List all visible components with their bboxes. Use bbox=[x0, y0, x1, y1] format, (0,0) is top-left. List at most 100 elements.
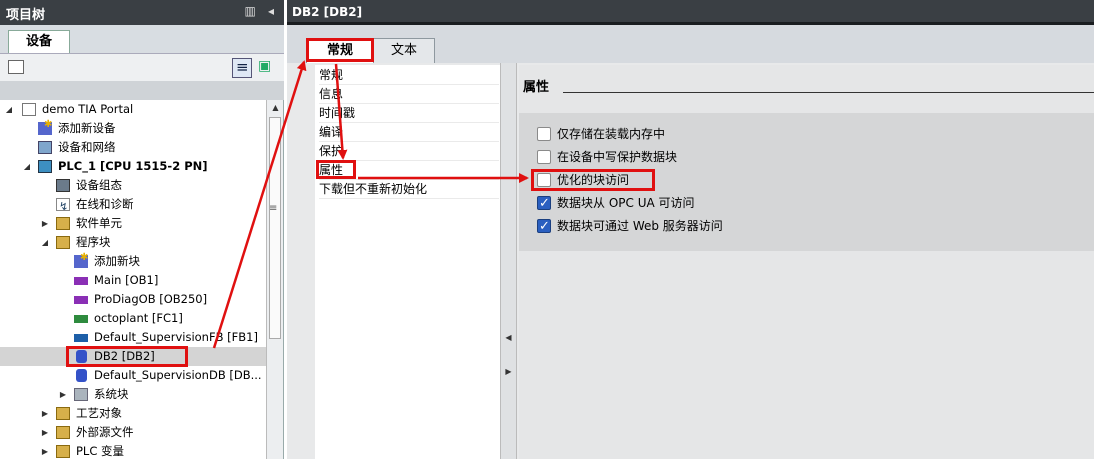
tree-item-plc[interactable]: ◢ PLC_1 [CPU 1515-2 PN] bbox=[0, 157, 266, 176]
checkbox-checked[interactable] bbox=[537, 217, 551, 237]
system-folder-icon bbox=[74, 388, 88, 401]
folder-icon bbox=[56, 217, 70, 230]
list-view-icon[interactable] bbox=[232, 58, 252, 78]
tree-item-fb1[interactable]: Default_SupervisionFB [FB1] bbox=[0, 328, 266, 347]
tree-item-label: Default_SupervisionFB [FB1] bbox=[94, 330, 258, 344]
network-icon bbox=[38, 141, 52, 154]
project-icon bbox=[22, 103, 36, 116]
tree-item-devices-networks[interactable]: 设备和网络 bbox=[0, 138, 266, 157]
nav-item-general[interactable]: 常规 bbox=[319, 66, 499, 85]
tree-item-label: 软件单元 bbox=[76, 216, 122, 230]
tree-item-label: 工艺对象 bbox=[76, 406, 122, 420]
ob-block-icon bbox=[74, 296, 88, 304]
attributes-panel: 属性 仅存储在装载内存中 在设备中写保护数据块 优化的块访问 数据块从 OPC bbox=[519, 65, 1094, 459]
highlight-attributes-nav bbox=[316, 160, 356, 179]
tree-item-label: demo TIA Portal bbox=[42, 102, 134, 116]
tree-item-technology-objects[interactable]: ▶ 工艺对象 bbox=[0, 404, 266, 423]
tree-item-default-supervision-db[interactable]: Default_SupervisionDB [DB... bbox=[0, 366, 266, 385]
fc-block-icon bbox=[74, 315, 88, 323]
plc-icon bbox=[38, 160, 52, 173]
nav-item-protection[interactable]: 保护 bbox=[319, 142, 499, 161]
tree-item-label: PLC_1 [CPU 1515-2 PN] bbox=[58, 159, 208, 173]
tree-item-ob1[interactable]: Main [OB1] bbox=[0, 271, 266, 290]
option-label: 仅存储在装载内存中 bbox=[557, 127, 666, 141]
tree-item-system-blocks[interactable]: ▶ 系统块 bbox=[0, 385, 266, 404]
scroll-up-icon[interactable]: ▲ bbox=[267, 100, 284, 116]
expand-arrow-icon[interactable]: ▶ bbox=[58, 385, 68, 404]
expand-arrow-icon[interactable]: ▶ bbox=[40, 442, 50, 459]
collapse-arrow-icon[interactable]: ◢ bbox=[40, 233, 50, 252]
tree-properties-icon[interactable] bbox=[8, 60, 24, 74]
tree-item-label: 系统块 bbox=[94, 387, 129, 401]
tree-item-label: 外部源文件 bbox=[76, 425, 134, 439]
checkbox-checked[interactable] bbox=[537, 194, 551, 214]
device-config-icon bbox=[56, 179, 70, 192]
tree-item-add-device[interactable]: 添加新设备 bbox=[0, 115, 266, 138]
editor-pane: DB2 [DB2] 常规 文本 常规 信息 时间戳 编译 保护 属性 下载但不重… bbox=[287, 0, 1094, 459]
tab-devices[interactable]: 设备 bbox=[8, 30, 70, 53]
tree-item-label: Default_SupervisionDB [DB... bbox=[94, 368, 262, 382]
heading-divider bbox=[563, 92, 1094, 93]
tree-item-external-sources[interactable]: ▶ 外部源文件 bbox=[0, 423, 266, 442]
tree-item-plc-tags[interactable]: ▶ PLC 变量 bbox=[0, 442, 266, 459]
tree-tabstrip: 设备 bbox=[0, 25, 284, 53]
tree-item-device-config[interactable]: 设备组态 bbox=[0, 176, 266, 195]
project-tree-list: ◢ demo TIA Portal 添加新设备 设备和网络 ◢ PLC_1 [C… bbox=[0, 100, 266, 459]
tree-item-label: 设备组态 bbox=[76, 178, 122, 192]
expand-right-icon[interactable]: ▶ bbox=[501, 367, 516, 376]
editor-tabstrip: 常规 文本 bbox=[287, 25, 1094, 63]
highlight-general-tab bbox=[306, 38, 374, 62]
tree-toolbar bbox=[0, 53, 284, 81]
tree-item-fc1[interactable]: octoplant [FC1] bbox=[0, 309, 266, 328]
highlight-db2 bbox=[66, 346, 188, 367]
highlight-optimized-access bbox=[531, 169, 655, 191]
collapse-arrow-icon[interactable]: ◢ bbox=[4, 100, 14, 119]
expand-arrow-icon[interactable]: ▶ bbox=[40, 404, 50, 423]
collapse-left-icon[interactable]: ◀ bbox=[501, 333, 516, 342]
ob-block-icon bbox=[74, 277, 88, 285]
collapse-arrow-icon[interactable]: ◢ bbox=[22, 157, 32, 176]
folder-icon bbox=[56, 445, 70, 458]
scroll-grip-icon: ≡ bbox=[269, 203, 278, 214]
add-device-icon bbox=[38, 115, 52, 135]
pane-pin-collapse-icons[interactable]: ▥ ◂ bbox=[244, 4, 278, 18]
overview-icon[interactable] bbox=[256, 58, 276, 78]
add-block-icon bbox=[74, 248, 88, 268]
property-nav: 常规 信息 时间戳 编译 保护 属性 下载但不重新初始化 bbox=[315, 65, 500, 459]
expand-arrow-icon[interactable]: ▶ bbox=[40, 214, 50, 233]
scrollbar-thumb[interactable] bbox=[269, 117, 281, 339]
db-block-icon bbox=[76, 369, 87, 382]
nav-item-download-without-reinit[interactable]: 下载但不重新初始化 bbox=[319, 180, 499, 199]
tree-item-label: 在线和诊断 bbox=[76, 197, 134, 211]
online-diagnostics-icon bbox=[56, 197, 70, 216]
tree-item-label: 设备和网络 bbox=[58, 140, 116, 154]
tree-item-add-block[interactable]: 添加新块 bbox=[0, 248, 266, 271]
option-label: 数据块可通过 Web 服务器访问 bbox=[557, 219, 723, 233]
nav-item-information[interactable]: 信息 bbox=[319, 85, 499, 104]
option-label: 数据块从 OPC UA 可访问 bbox=[557, 196, 695, 210]
tree-column-header bbox=[0, 81, 284, 100]
tree-item-label: 添加新设备 bbox=[58, 121, 116, 135]
option-label: 在设备中写保护数据块 bbox=[557, 150, 678, 164]
tree-scrollbar[interactable]: ▲ ≡ bbox=[266, 100, 283, 459]
nav-item-compile[interactable]: 编译 bbox=[319, 123, 499, 142]
tree-item-online-diag[interactable]: 在线和诊断 bbox=[0, 195, 266, 216]
tree-item-label: octoplant [FC1] bbox=[94, 311, 183, 325]
tree-item-label: ProDiagOB [OB250] bbox=[94, 292, 208, 306]
fb-block-icon bbox=[74, 334, 88, 342]
nav-item-timestamp[interactable]: 时间戳 bbox=[319, 104, 499, 123]
tree-item-software-units[interactable]: ▶ 软件单元 bbox=[0, 214, 266, 233]
checkbox[interactable] bbox=[537, 150, 551, 164]
expand-arrow-icon[interactable]: ▶ bbox=[40, 423, 50, 442]
folder-icon bbox=[56, 426, 70, 439]
tree-item-program-blocks[interactable]: ◢ 程序块 bbox=[0, 233, 266, 252]
editor-body: 常规 信息 时间戳 编译 保护 属性 下载但不重新初始化 ◀ ▶ 属性 仅存储在… bbox=[287, 63, 1094, 459]
folder-icon bbox=[56, 236, 70, 249]
project-tree-header: 项目树 ▥ ◂ bbox=[0, 0, 284, 25]
tab-text[interactable]: 文本 bbox=[373, 38, 435, 63]
pane-splitter[interactable]: ◀ ▶ bbox=[500, 63, 517, 459]
tree-item-project[interactable]: ◢ demo TIA Portal bbox=[0, 100, 266, 119]
checkbox[interactable] bbox=[537, 127, 551, 141]
tree-item-ob250[interactable]: ProDiagOB [OB250] bbox=[0, 290, 266, 309]
tree-item-label: Main [OB1] bbox=[94, 273, 159, 287]
